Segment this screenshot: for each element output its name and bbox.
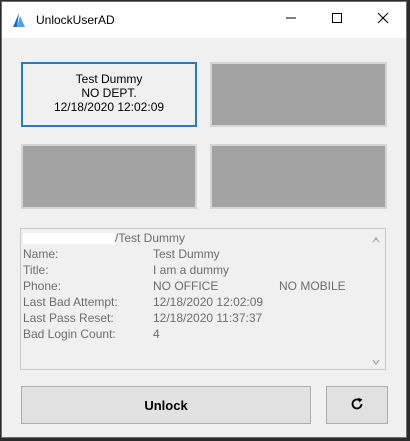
refresh-icon — [350, 397, 364, 414]
detail-label: Phone: — [23, 279, 62, 293]
unlock-button[interactable]: Unlock — [21, 386, 311, 424]
user-card-empty-2[interactable] — [210, 62, 387, 127]
card-user-dept: NO DEPT. — [81, 86, 137, 100]
detail-value: 4 — [153, 327, 160, 341]
minimize-icon — [285, 11, 297, 29]
detail-value: Test Dummy — [153, 247, 220, 261]
scroll-up-arrow-icon[interactable] — [372, 233, 380, 243]
window-title: UnlockUserAD — [36, 13, 115, 27]
details-heading: /Test Dummy — [23, 231, 185, 245]
detail-label: Name: — [23, 247, 59, 261]
detail-value: 12/18/2020 11:37:37 — [153, 311, 263, 325]
redacted-block — [23, 233, 115, 245]
close-icon — [377, 11, 389, 29]
minimize-button[interactable] — [268, 2, 314, 38]
maximize-button[interactable] — [314, 2, 360, 38]
detail-value-mobile: NO MOBILE — [279, 279, 346, 293]
user-card-selected[interactable]: Test Dummy NO DEPT. 12/18/2020 12:02:09 — [21, 62, 197, 127]
detail-label: Title: — [23, 263, 49, 277]
details-scrollbar[interactable] — [368, 229, 385, 369]
unlock-button-label: Unlock — [144, 397, 188, 413]
card-user-name: Test Dummy — [75, 72, 143, 86]
app-window: UnlockUserAD Test Dummy NO DEPT. 12/18/2… — [1, 1, 407, 438]
detail-label: Bad Login Count: — [23, 327, 116, 341]
user-card-empty-3[interactable] — [21, 144, 197, 209]
app-logo-icon — [12, 12, 28, 28]
detail-value: I am a dummy — [153, 263, 230, 277]
details-heading-name: /Test Dummy — [115, 231, 186, 245]
user-details-panel[interactable]: /Test Dummy Name: Test Dummy Title: I am… — [20, 228, 386, 370]
refresh-button[interactable] — [326, 386, 388, 424]
detail-label: Last Bad Attempt: — [23, 295, 118, 309]
title-bar[interactable]: UnlockUserAD — [2, 2, 406, 38]
detail-value: NO OFFICE — [153, 279, 219, 293]
user-card-empty-4[interactable] — [210, 144, 387, 209]
maximize-icon — [331, 11, 343, 29]
close-button[interactable] — [360, 2, 406, 38]
scroll-down-arrow-icon[interactable] — [372, 355, 380, 365]
card-user-timestamp: 12/18/2020 12:02:09 — [53, 100, 165, 114]
detail-value: 12/18/2020 12:02:09 — [153, 295, 264, 309]
detail-label: Last Pass Reset: — [23, 311, 114, 325]
